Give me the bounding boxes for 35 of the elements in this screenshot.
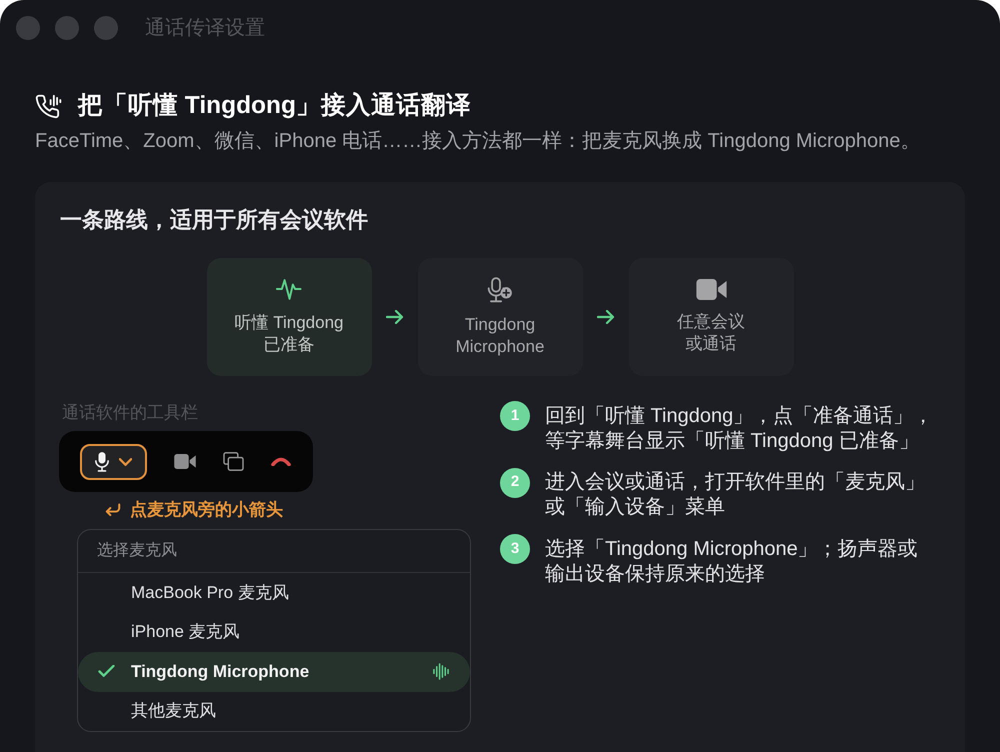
video-camera-icon [696, 279, 726, 300]
menu-title: 选择麦克风 [97, 540, 177, 561]
arrow-right-icon [596, 310, 614, 324]
overlapping-windows-icon[interactable] [223, 452, 244, 471]
microphone-plus-icon [487, 276, 513, 302]
menu-item[interactable]: 其他麦克风 [78, 692, 470, 731]
video-camera-icon[interactable] [174, 454, 196, 469]
hang-up-icon[interactable] [271, 457, 291, 466]
flow-step-label: Tingdong Microphone [454, 314, 546, 358]
step-text: 回到「听懂 Tingdong」，点「准备通话」，等字幕舞台显示「听懂 Tingdong 已准备」 [545, 404, 934, 454]
card-title: 一条路线，适用于所有会议软件 [59, 206, 369, 234]
mic-button[interactable] [80, 444, 147, 480]
step-text: 选择「Tingdong Microphone」；扬声器或输出设备保持原来的选择 [545, 536, 919, 586]
hint-text: 点麦克风旁的小箭头 [130, 499, 283, 521]
mic-icon [95, 452, 109, 472]
page-title: 把「听懂 Tingdong」接入通话翻译 [78, 91, 471, 121]
return-arrow-icon [105, 503, 121, 517]
flow-step-label: 听懂 Tingdong 已准备 [234, 312, 344, 356]
menu-item[interactable]: iPhone 麦克风 [78, 612, 470, 652]
menu-item[interactable]: Tingdong Microphone [78, 652, 470, 692]
flow-step-label: 任意会议或通话 [676, 311, 746, 355]
chevron-down-icon [119, 458, 132, 466]
step-text: 进入会议或通话，打开软件里的「麦克风」或「输入设备」菜单 [545, 470, 926, 520]
step-number: 1 [500, 401, 530, 431]
page-subtitle: FaceTime、Zoom、微信、iPhone 电话……接入方法都一样：把麦克风换成 Tingdong Microphone。 [35, 129, 922, 154]
step-number: 3 [500, 534, 530, 564]
phone-sound-icon [35, 94, 63, 118]
waveform-icon [433, 663, 449, 680]
checkmark-icon [98, 665, 115, 678]
window-title: 通话传译设置 [145, 16, 265, 41]
step-number: 2 [500, 468, 530, 498]
toolbar-caption: 通话软件的工具栏 [61, 402, 199, 424]
arrow-right-icon [386, 310, 404, 324]
pulse-icon [276, 278, 302, 301]
menu-item[interactable]: MacBook Pro 麦克风 [78, 573, 470, 612]
